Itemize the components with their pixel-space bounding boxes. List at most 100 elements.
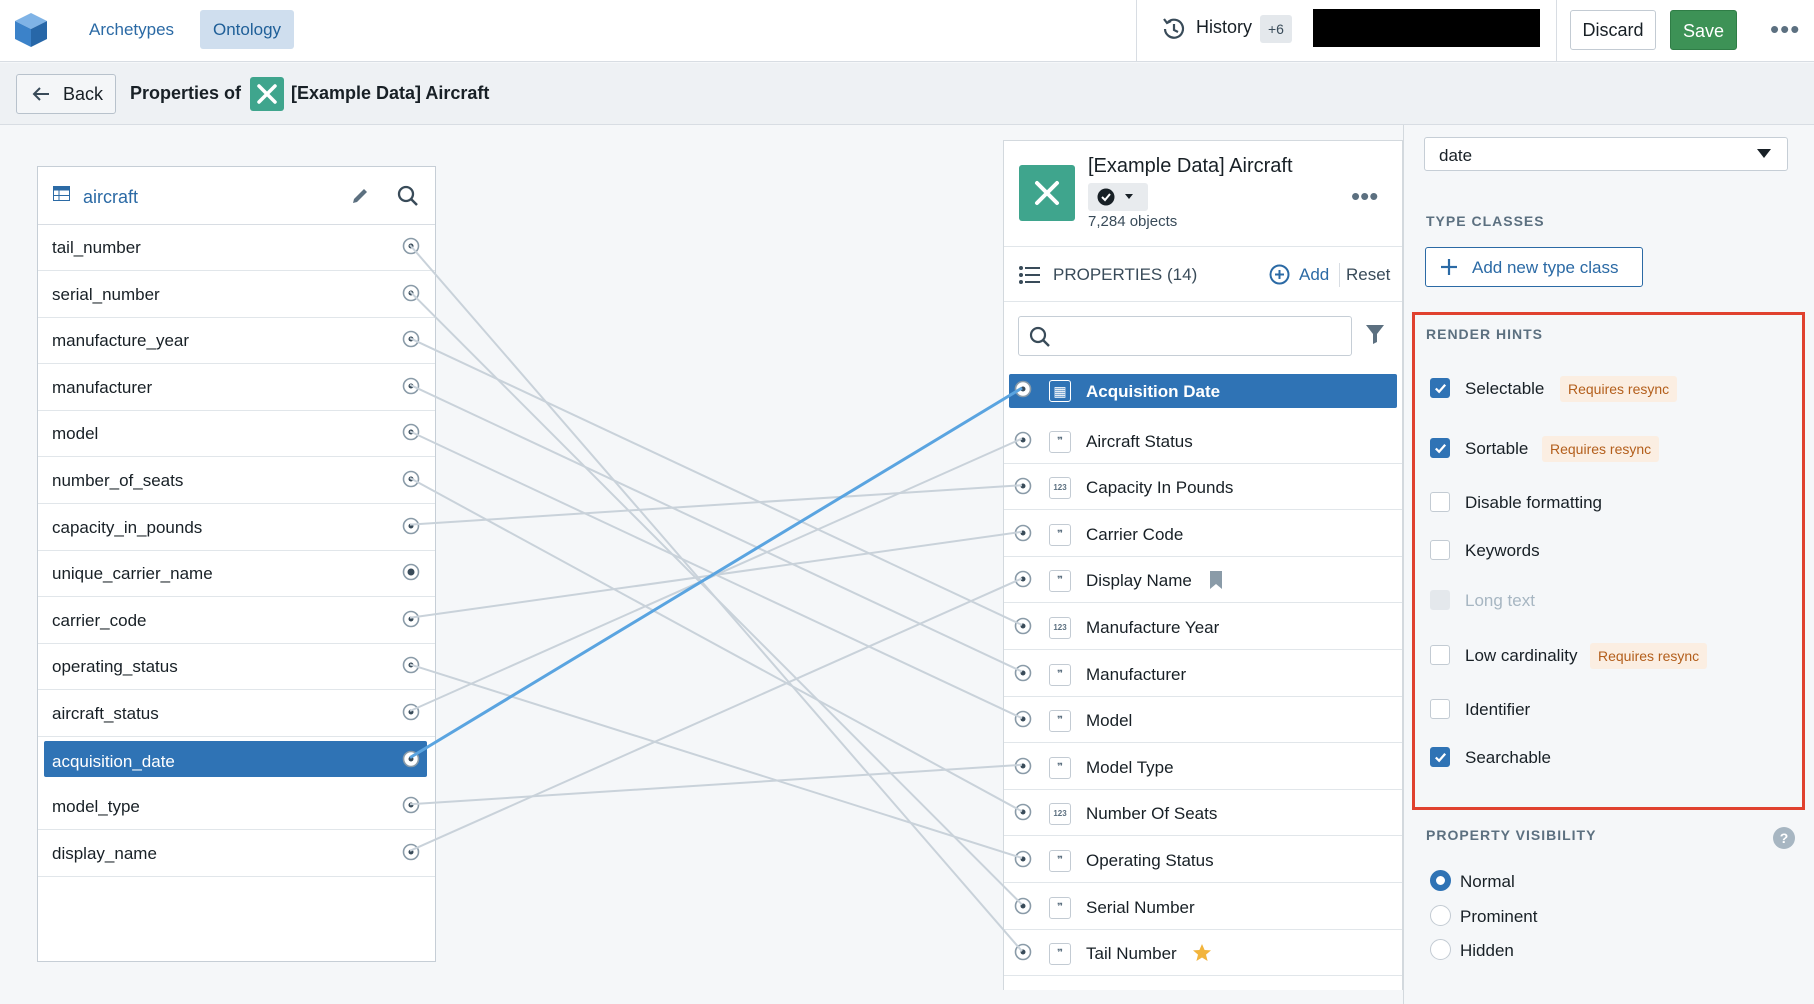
- column-port-icon[interactable]: [402, 796, 420, 814]
- add-type-class-button[interactable]: Add new type class: [1425, 247, 1643, 287]
- number-icon: 123: [1049, 617, 1071, 639]
- property-row[interactable]: ❞ Serial Number: [1004, 884, 1402, 930]
- property-row[interactable]: ❞ Operating Status: [1004, 837, 1402, 883]
- property-row[interactable]: ❞ Manufacturer: [1004, 651, 1402, 697]
- dataset-column-row[interactable]: display_name: [38, 831, 435, 877]
- help-icon[interactable]: ?: [1773, 827, 1795, 849]
- number-icon: 123: [1049, 477, 1071, 500]
- property-port-icon[interactable]: [1014, 803, 1032, 821]
- property-port-icon[interactable]: [1014, 570, 1032, 588]
- more-options-icon[interactable]: •••: [1770, 14, 1800, 45]
- mapping-wire: [409, 577, 1023, 852]
- property-port-icon[interactable]: [1014, 757, 1032, 775]
- divider: [1339, 263, 1340, 287]
- tab-archetypes[interactable]: Archetypes: [76, 10, 187, 49]
- number-icon: 123: [1049, 803, 1071, 826]
- checkbox[interactable]: [1430, 492, 1450, 512]
- checkbox[interactable]: [1430, 747, 1450, 767]
- property-row[interactable]: ▦ Acquisition Date: [1004, 371, 1402, 417]
- history-icon[interactable]: [1160, 15, 1188, 43]
- back-button[interactable]: Back: [16, 74, 116, 114]
- history-count-badge[interactable]: +6: [1260, 15, 1292, 43]
- property-row[interactable]: ❞ Display Name: [1004, 557, 1402, 604]
- add-circle-icon[interactable]: [1269, 264, 1290, 285]
- dataset-column-row[interactable]: unique_carrier_name: [38, 551, 435, 598]
- discard-button[interactable]: Discard: [1570, 10, 1656, 50]
- property-search-input[interactable]: [1018, 316, 1352, 356]
- column-port-icon[interactable]: [402, 237, 420, 255]
- pencil-icon[interactable]: [350, 186, 370, 206]
- dataset-column-row[interactable]: model_type: [38, 784, 435, 831]
- property-port-icon[interactable]: [1014, 477, 1032, 495]
- column-port-icon[interactable]: [402, 470, 420, 488]
- reset-button[interactable]: Reset: [1346, 265, 1390, 285]
- column-port-icon[interactable]: [402, 563, 420, 581]
- dataset-column-row[interactable]: carrier_code: [38, 598, 435, 644]
- checkbox[interactable]: [1430, 645, 1450, 665]
- save-button[interactable]: Save: [1670, 10, 1737, 50]
- tab-ontology[interactable]: Ontology: [200, 10, 295, 49]
- base-type-select[interactable]: date: [1424, 137, 1788, 171]
- property-settings-panel: date TYPE CLASSES Add new type class REN…: [1403, 125, 1814, 1004]
- column-port-icon[interactable]: [402, 423, 420, 441]
- add-property-button[interactable]: Add: [1299, 265, 1329, 285]
- property-port-icon[interactable]: [1014, 524, 1032, 542]
- property-row[interactable]: 123 Manufacture Year: [1004, 604, 1402, 650]
- dataset-column-row[interactable]: capacity_in_pounds: [38, 505, 435, 551]
- property-port-icon[interactable]: [1014, 617, 1032, 635]
- dataset-column-row[interactable]: manufacturer: [38, 365, 435, 411]
- dataset-name[interactable]: aircraft: [83, 187, 138, 208]
- property-port-icon[interactable]: [1014, 710, 1032, 728]
- radio-button[interactable]: [1430, 870, 1451, 891]
- column-port-icon[interactable]: [402, 656, 420, 674]
- render-hints-title: RENDER HINTS: [1426, 326, 1544, 342]
- column-port-icon[interactable]: [402, 610, 420, 628]
- column-name: display_name: [52, 843, 157, 863]
- column-port-icon[interactable]: [402, 284, 420, 302]
- cube-logo-icon[interactable]: [12, 11, 50, 49]
- radio-button[interactable]: [1430, 905, 1451, 926]
- property-row[interactable]: 123 Number Of Seats: [1004, 790, 1402, 837]
- status-dropdown[interactable]: [1088, 183, 1148, 211]
- filter-icon[interactable]: [1365, 323, 1385, 345]
- checkbox[interactable]: [1430, 540, 1450, 560]
- column-port-icon[interactable]: [402, 330, 420, 348]
- column-name: operating_status: [52, 657, 178, 677]
- dataset-column-row[interactable]: number_of_seats: [38, 458, 435, 504]
- property-row[interactable]: ❞ Carrier Code: [1004, 511, 1402, 557]
- property-row[interactable]: ❞ Tail Number: [1004, 930, 1402, 977]
- dataset-column-row[interactable]: operating_status: [38, 644, 435, 691]
- property-row[interactable]: ❞ Model: [1004, 697, 1402, 744]
- object-type-name[interactable]: [Example Data] Aircraft: [291, 83, 489, 104]
- dataset-column-row[interactable]: tail_number: [38, 225, 435, 271]
- property-row[interactable]: ❞ Model Type: [1004, 744, 1402, 790]
- dataset-column-row[interactable]: acquisition_date: [38, 738, 435, 784]
- column-port-icon[interactable]: [402, 703, 420, 721]
- column-port-icon[interactable]: [402, 750, 420, 768]
- radio-button[interactable]: [1430, 939, 1451, 960]
- property-port-icon[interactable]: [1014, 431, 1032, 449]
- checkbox[interactable]: [1430, 378, 1450, 398]
- string-icon: ❞: [1049, 663, 1071, 686]
- property-row[interactable]: 123 Capacity In Pounds: [1004, 464, 1402, 511]
- topbar-divider: [1136, 0, 1137, 62]
- property-port-icon[interactable]: [1014, 850, 1032, 868]
- column-port-icon[interactable]: [402, 843, 420, 861]
- dataset-column-row[interactable]: model: [38, 411, 435, 458]
- dataset-column-row[interactable]: manufacture_year: [38, 318, 435, 365]
- property-port-icon[interactable]: [1014, 897, 1032, 915]
- type-classes-title: TYPE CLASSES: [1426, 213, 1545, 229]
- history-label[interactable]: History: [1196, 17, 1252, 38]
- property-port-icon[interactable]: [1014, 664, 1032, 682]
- dataset-column-row[interactable]: aircraft_status: [38, 691, 435, 737]
- checkbox[interactable]: [1430, 699, 1450, 719]
- dataset-column-row[interactable]: serial_number: [38, 272, 435, 318]
- property-port-icon[interactable]: [1014, 943, 1032, 961]
- more-options-icon[interactable]: •••: [1351, 181, 1378, 212]
- property-row[interactable]: ❞ Aircraft Status: [1004, 418, 1402, 464]
- column-port-icon[interactable]: [402, 377, 420, 395]
- column-port-icon[interactable]: [402, 517, 420, 535]
- checkbox[interactable]: [1430, 438, 1450, 458]
- property-port-icon[interactable]: [1014, 380, 1032, 398]
- search-icon[interactable]: [396, 184, 420, 208]
